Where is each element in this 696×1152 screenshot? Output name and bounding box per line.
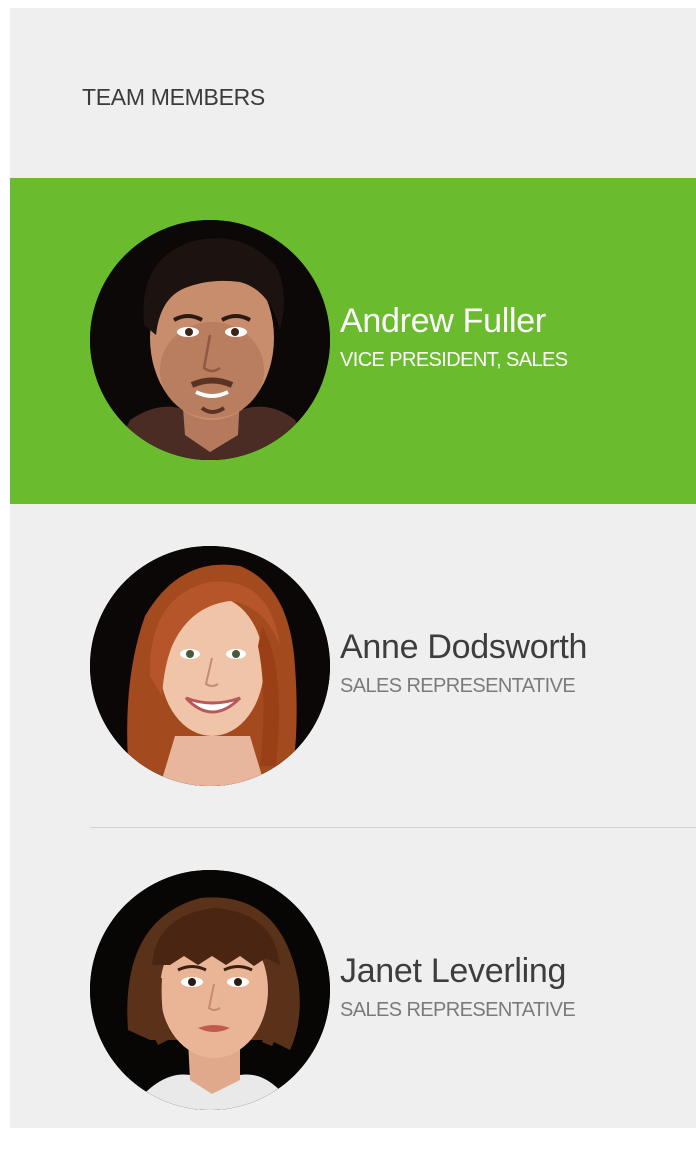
avatar bbox=[90, 546, 330, 786]
avatar-woman-bangs-photo-icon bbox=[90, 870, 330, 1110]
member-role: VICE PRESIDENT, SALES bbox=[340, 349, 568, 371]
member-role: SALES REPRESENTATIVE bbox=[340, 999, 576, 1021]
member-role: SALES REPRESENTATIVE bbox=[340, 675, 576, 697]
member-name: Andrew Fuller bbox=[340, 302, 546, 340]
panel-title: TEAM MEMBERS bbox=[82, 84, 265, 110]
member-name: Anne Dodsworth bbox=[340, 628, 588, 666]
team-member-item[interactable]: Andrew Fuller VICE PRESIDENT, SALES bbox=[10, 178, 696, 504]
member-text: Janet Leverling SALES REPRESENTATIVE bbox=[340, 952, 576, 1022]
panel-header: TEAM MEMBERS bbox=[10, 8, 696, 178]
member-text: Andrew Fuller VICE PRESIDENT, SALES bbox=[340, 302, 568, 372]
avatar bbox=[90, 220, 330, 460]
member-text: Anne Dodsworth SALES REPRESENTATIVE bbox=[340, 628, 587, 698]
avatar-woman-red-hair-photo-icon bbox=[90, 546, 330, 786]
member-name: Janet Leverling bbox=[340, 952, 567, 990]
team-members-panel: TEAM MEMBERS Andrew Fuller VICE PRESIDEN… bbox=[10, 8, 696, 1128]
avatar bbox=[90, 870, 330, 1110]
team-member-item[interactable]: Janet Leverling SALES REPRESENTATIVE bbox=[10, 828, 696, 1152]
team-member-item[interactable]: Anne Dodsworth SALES REPRESENTATIVE bbox=[10, 504, 696, 828]
avatar-man-photo-icon bbox=[90, 220, 330, 460]
